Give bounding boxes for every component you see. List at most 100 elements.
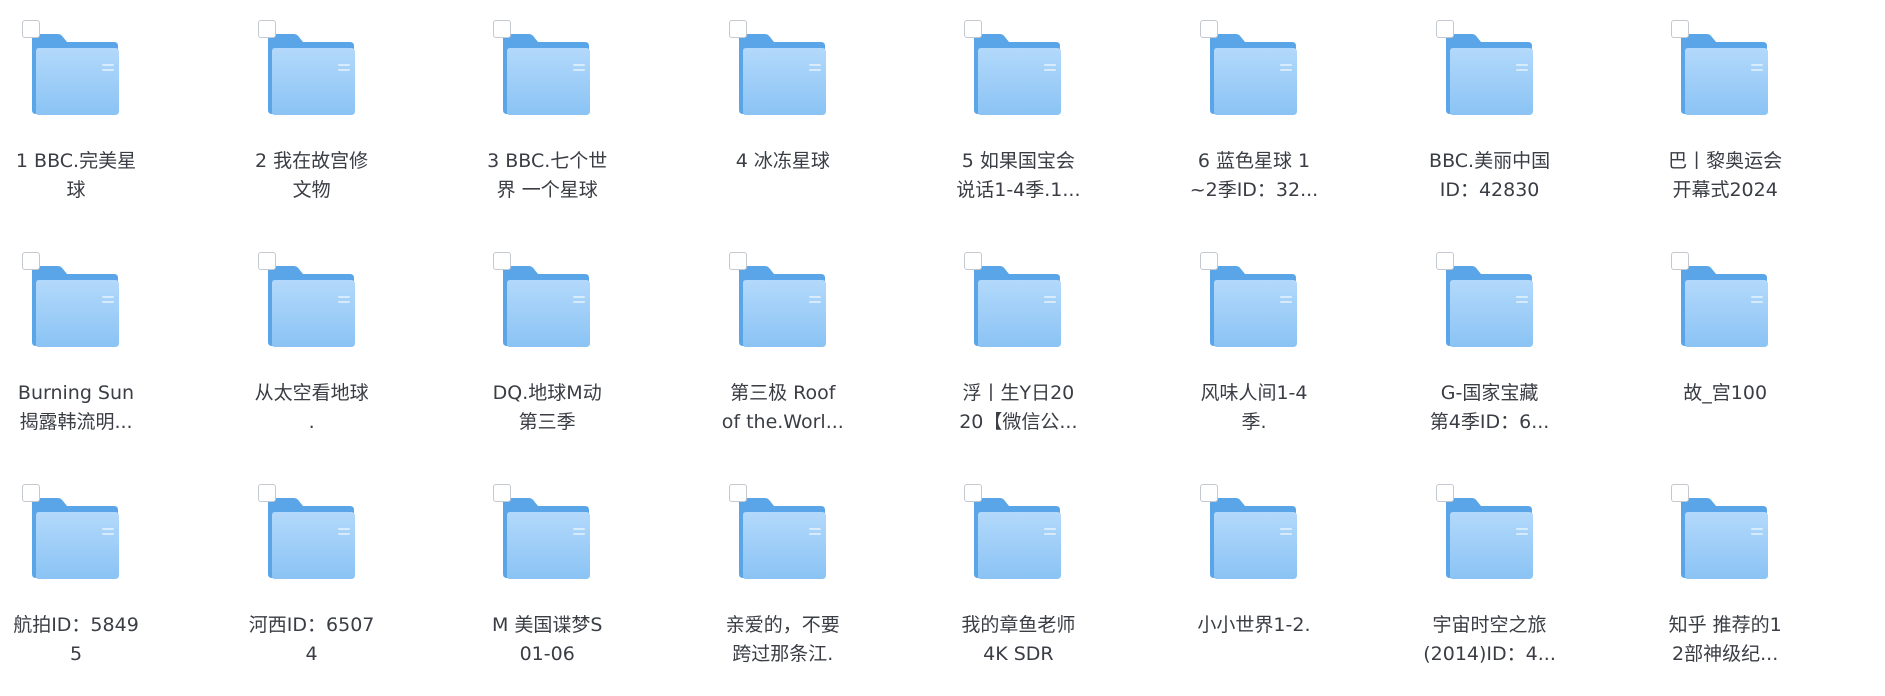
folder-checkbox[interactable]: [1671, 20, 1690, 38]
folder-name-line-2: 季.: [1241, 411, 1267, 433]
folder-name: 浮丨生Y日20 20【微信公...: [942, 379, 1094, 437]
folder-checkbox[interactable]: [1435, 484, 1454, 502]
folder-name-line-1: BBC.美丽中国: [1429, 150, 1551, 172]
folder-checkbox[interactable]: [493, 484, 512, 502]
folder-item[interactable]: 知乎 推荐的1 2部神级纪...: [1649, 464, 1885, 696]
folder-item[interactable]: 4 冰冻星球: [707, 0, 943, 232]
folder-item[interactable]: 3 BBC.七个世界 一个星球: [471, 0, 707, 232]
folder-icon[interactable]: [1444, 498, 1534, 580]
folder-name-line-2: .: [308, 411, 315, 433]
folder-name-line-1: 巴丨黎奥运会: [1668, 150, 1783, 172]
folder-checkbox[interactable]: [728, 252, 747, 270]
folder-item[interactable]: 巴丨黎奥运会 开幕式2024: [1649, 0, 1885, 232]
folder-icon[interactable]: [30, 34, 120, 116]
folder-checkbox[interactable]: [493, 252, 512, 270]
folder-checkbox[interactable]: [1199, 252, 1218, 270]
folder-name-line-1: 故_宫100: [1683, 382, 1768, 404]
folder-icon[interactable]: [266, 34, 356, 116]
folder-item[interactable]: 风味人间1-4 季.: [1178, 232, 1414, 464]
folder-icon[interactable]: [30, 498, 120, 580]
folder-name-line-2: ID：42830: [1439, 179, 1540, 201]
folder-item[interactable]: 河西ID：6507 4: [236, 464, 472, 696]
folder-icon[interactable]: [1444, 34, 1534, 116]
folder-item[interactable]: 我的章鱼老师 4K SDR: [942, 464, 1178, 696]
folder-icon[interactable]: [1679, 266, 1769, 348]
folder-item[interactable]: 小小世界1-2.: [1178, 464, 1414, 696]
folder-checkbox[interactable]: [1435, 20, 1454, 38]
folder-icon[interactable]: [266, 266, 356, 348]
folder-checkbox[interactable]: [257, 252, 276, 270]
folder-item[interactable]: BBC.美丽中国 ID：42830: [1414, 0, 1650, 232]
folder-item[interactable]: G-国家宝藏 第4季ID：6...: [1414, 232, 1650, 464]
folder-item[interactable]: 浮丨生Y日20 20【微信公...: [942, 232, 1178, 464]
folder-icon[interactable]: [737, 34, 827, 116]
folder-name-line-2: 5: [69, 643, 83, 665]
folder-checkbox[interactable]: [493, 20, 512, 38]
folder-name-line-1: Burning Sun: [17, 382, 135, 404]
folder-checkbox[interactable]: [257, 484, 276, 502]
folder-name-line-1: 浮丨生Y日20: [962, 382, 1075, 404]
folder-icon[interactable]: [737, 498, 827, 580]
folder-checkbox[interactable]: [964, 484, 983, 502]
folder-icon[interactable]: [1679, 498, 1769, 580]
folder-icon[interactable]: [972, 34, 1062, 116]
folder-item[interactable]: M 美国谍梦S 01-06: [471, 464, 707, 696]
folder-icon[interactable]: [501, 498, 591, 580]
folder-checkbox[interactable]: [964, 252, 983, 270]
folder-icon[interactable]: [501, 266, 591, 348]
folder-name-line-2: 第4季ID：6...: [1429, 411, 1550, 433]
folder-item[interactable]: 1 BBC.完美星球: [0, 0, 236, 232]
folder-item[interactable]: 亲爱的，不要 跨过那条江.: [707, 464, 943, 696]
folder-name-line-1: 知乎 推荐的1: [1668, 614, 1782, 636]
folder-checkbox[interactable]: [728, 484, 747, 502]
folder-checkbox[interactable]: [257, 20, 276, 38]
folder-icon[interactable]: [30, 266, 120, 348]
folder-name: 2 我在故宫修 文物: [236, 147, 388, 205]
folder-checkbox[interactable]: [1671, 484, 1690, 502]
folder-checkbox[interactable]: [728, 20, 747, 38]
folder-icon[interactable]: [737, 266, 827, 348]
folder-name-line-1: 4 冰冻星球: [735, 150, 830, 172]
folder-item[interactable]: DQ.地球M动 第三季: [471, 232, 707, 464]
folder-item[interactable]: 故_宫100: [1649, 232, 1885, 464]
folder-name: 我的章鱼老师 4K SDR: [942, 611, 1094, 669]
folder-item[interactable]: 从太空看地球.: [236, 232, 472, 464]
folder-checkbox[interactable]: [1671, 252, 1690, 270]
folder-checkbox[interactable]: [22, 20, 40, 38]
folder-name: Burning Sun 揭露韩流明...: [0, 379, 152, 437]
folder-name-line-1: 航拍ID：5849: [13, 614, 139, 636]
folder-name-line-2: 揭露韩流明...: [19, 411, 133, 433]
folder-name-line-1: 风味人间1-4: [1200, 382, 1308, 404]
folder-item[interactable]: 6 蓝色星球 1 ~2季ID：32...: [1178, 0, 1414, 232]
folder-icon[interactable]: [1208, 266, 1298, 348]
folder-item[interactable]: Burning Sun 揭露韩流明...: [0, 232, 236, 464]
folder-item[interactable]: 5 如果国宝会 说话1-4季.1...: [942, 0, 1178, 232]
folder-icon[interactable]: [1208, 498, 1298, 580]
folder-name-line-2: 说话1-4季.1...: [956, 179, 1081, 201]
folder-item[interactable]: 航拍ID：5849 5: [0, 464, 236, 696]
folder-name-line-1: 从太空看地球: [254, 382, 369, 404]
folder-icon[interactable]: [1679, 34, 1769, 116]
folder-checkbox[interactable]: [1199, 20, 1218, 38]
folder-checkbox[interactable]: [22, 484, 40, 502]
folder-item[interactable]: 第三极 Roof of the.Worl...: [707, 232, 943, 464]
folder-icon[interactable]: [972, 266, 1062, 348]
folder-name-line-2: 4: [305, 643, 318, 665]
folder-checkbox[interactable]: [1199, 484, 1218, 502]
folder-name-line-2: 01-06: [519, 643, 575, 665]
folder-icon[interactable]: [266, 498, 356, 580]
folder-item[interactable]: 2 我在故宫修 文物: [236, 0, 472, 232]
folder-item[interactable]: 宇宙时空之旅 (2014)ID：4...: [1414, 464, 1650, 696]
folder-name-line-2: 球: [66, 179, 86, 201]
folder-name-line-1: 第三极 Roof: [730, 382, 836, 404]
folder-checkbox[interactable]: [964, 20, 983, 38]
folder-icon[interactable]: [501, 34, 591, 116]
folder-name: 巴丨黎奥运会 开幕式2024: [1649, 147, 1801, 205]
folder-checkbox[interactable]: [22, 252, 40, 270]
folder-icon[interactable]: [972, 498, 1062, 580]
folder-name-line-1: 6 蓝色星球 1: [1197, 150, 1311, 172]
folder-checkbox[interactable]: [1435, 252, 1454, 270]
folder-icon[interactable]: [1208, 34, 1298, 116]
folder-icon[interactable]: [1444, 266, 1534, 348]
folder-name-line-2: of the.Worl...: [721, 411, 844, 433]
